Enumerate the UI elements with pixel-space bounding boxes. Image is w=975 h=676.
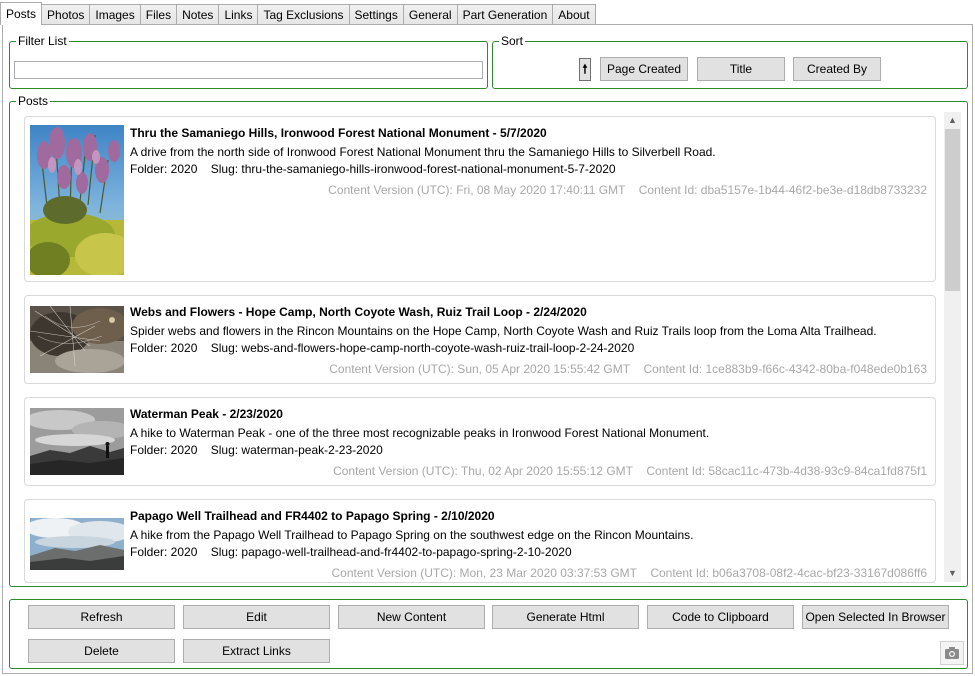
generate-html-button[interactable]: Generate Html (492, 605, 639, 629)
post-content-id: Content Id: dba5157e-1b44-46f2-be3e-d18d… (638, 183, 927, 197)
post-folder: Folder: 2020 (130, 341, 198, 355)
ridge-landscape-photo (30, 518, 124, 570)
posts-group: Posts Thru the Samaniego Hills, Ironwood… (9, 93, 968, 587)
sort-direction-button[interactable]: 🠕 (579, 58, 591, 81)
post-slug: Slug: papago-well-trailhead-and-fr4402-t… (210, 545, 572, 559)
post-slug: Slug: webs-and-flowers-hope-camp-north-c… (210, 341, 635, 355)
tab-posts[interactable]: Posts (0, 2, 43, 25)
post-title: Thru the Samaniego Hills, Ironwood Fores… (130, 126, 547, 140)
tab-images[interactable]: Images (89, 4, 141, 25)
actions-group: Refresh Edit New Content Generate Html C… (9, 599, 968, 669)
post-card[interactable]: Papago Well Trailhead and FR4402 to Papa… (24, 499, 936, 583)
arrow-up-icon: 🠕 (582, 62, 588, 76)
sort-title: Sort (499, 33, 526, 49)
post-title: Papago Well Trailhead and FR4402 to Papa… (130, 509, 495, 523)
tab-notes[interactable]: Notes (176, 4, 220, 25)
open-selected-in-browser-button[interactable]: Open Selected In Browser (802, 605, 949, 629)
post-slug: Slug: waterman-peak-2-23-2020 (210, 443, 383, 457)
post-content-version: Content Version (UTC): Fri, 08 May 2020 … (328, 183, 626, 197)
tab-links[interactable]: Links (218, 4, 259, 25)
tab-general[interactable]: General (402, 4, 458, 25)
sort-created-by-button[interactable]: Created By (793, 57, 881, 81)
filter-list-group: Filter List (9, 33, 488, 89)
new-content-button[interactable]: New Content (338, 605, 485, 629)
post-folder: Folder: 2020 (130, 443, 198, 457)
camera-glyph (945, 647, 959, 659)
post-meta: Content Version (UTC): Thu, 02 Apr 2020 … (333, 464, 927, 478)
sort-title-button[interactable]: Title (697, 57, 785, 81)
sort-page-created-button[interactable]: Page Created (600, 57, 688, 81)
post-summary: A hike from the Papago Well Trailhead to… (130, 528, 694, 542)
spider-web-photo (30, 306, 124, 373)
post-content-version: Content Version (UTC): Thu, 02 Apr 2020 … (333, 464, 633, 478)
post-content-version: Content Version (UTC): Mon, 23 Mar 2020 … (331, 566, 637, 580)
filter-list-title: Filter List (16, 33, 69, 49)
filter-input[interactable] (14, 61, 483, 79)
post-summary: A drive from the north side of Ironwood … (130, 145, 716, 159)
scroll-down-icon[interactable]: ▼ (944, 565, 961, 582)
scrollbar-thumb[interactable] (945, 129, 960, 291)
post-title: Webs and Flowers - Hope Camp, North Coyo… (130, 305, 587, 319)
posts-scrollbar[interactable]: ▲ ▼ (944, 112, 961, 582)
post-slug: Slug: thru-the-samaniego-hills-ironwood-… (210, 162, 616, 176)
mountain-silhouette-photo (30, 408, 124, 475)
tab-part-generation[interactable]: Part Generation (456, 4, 554, 25)
tab-strip: Posts Photos Images Files Notes Links Ta… (0, 2, 596, 25)
refresh-button[interactable]: Refresh (28, 605, 175, 629)
tab-about[interactable]: About (552, 4, 596, 25)
post-content-id: Content Id: 58cac11c-473b-4d38-93c9-84ca… (646, 464, 927, 478)
post-card[interactable]: Webs and Flowers - Hope Camp, North Coyo… (24, 295, 936, 384)
edit-button[interactable]: Edit (183, 605, 330, 629)
post-content-version: Content Version (UTC): Sun, 05 Apr 2020 … (329, 362, 631, 376)
post-title: Waterman Peak - 2/23/2020 (130, 407, 283, 421)
code-to-clipboard-button[interactable]: Code to Clipboard (647, 605, 794, 629)
post-meta: Content Version (UTC): Mon, 23 Mar 2020 … (332, 566, 928, 580)
tab-settings[interactable]: Settings (348, 4, 404, 25)
post-card[interactable]: Waterman Peak - 2/23/2020 A hike to Wate… (24, 397, 936, 486)
scroll-up-icon[interactable]: ▲ (944, 112, 961, 129)
post-meta: Content Version (UTC): Sun, 05 Apr 2020 … (329, 362, 927, 376)
post-card[interactable]: Thru the Samaniego Hills, Ironwood Fores… (24, 116, 936, 282)
post-summary: A hike to Waterman Peak - one of the thr… (130, 426, 710, 440)
post-meta: Content Version (UTC): Fri, 08 May 2020 … (328, 183, 927, 197)
post-content-id: Content Id: 1ce883b9-f66c-4342-80ba-f048… (643, 362, 927, 376)
delete-button[interactable]: Delete (28, 639, 175, 663)
camera-icon[interactable] (940, 641, 964, 665)
extract-links-button[interactable]: Extract Links (183, 639, 330, 663)
posts-group-title: Posts (16, 93, 51, 109)
wildflowers-photo (30, 125, 124, 275)
post-content-id: Content Id: b06a3708-08f2-4cac-bf23-3316… (650, 566, 927, 580)
post-folder: Folder: 2020 (130, 545, 198, 559)
tab-files[interactable]: Files (139, 4, 178, 25)
posts-tab-panel: Filter List Sort 🠕 Page Created Title Cr… (2, 24, 973, 674)
tab-photos[interactable]: Photos (41, 4, 91, 25)
tab-tag-exclusions[interactable]: Tag Exclusions (257, 4, 350, 25)
post-summary: Spider webs and flowers in the Rincon Mo… (130, 324, 877, 338)
sort-group: Sort 🠕 Page Created Title Created By (492, 33, 968, 89)
post-folder: Folder: 2020 (130, 162, 198, 176)
